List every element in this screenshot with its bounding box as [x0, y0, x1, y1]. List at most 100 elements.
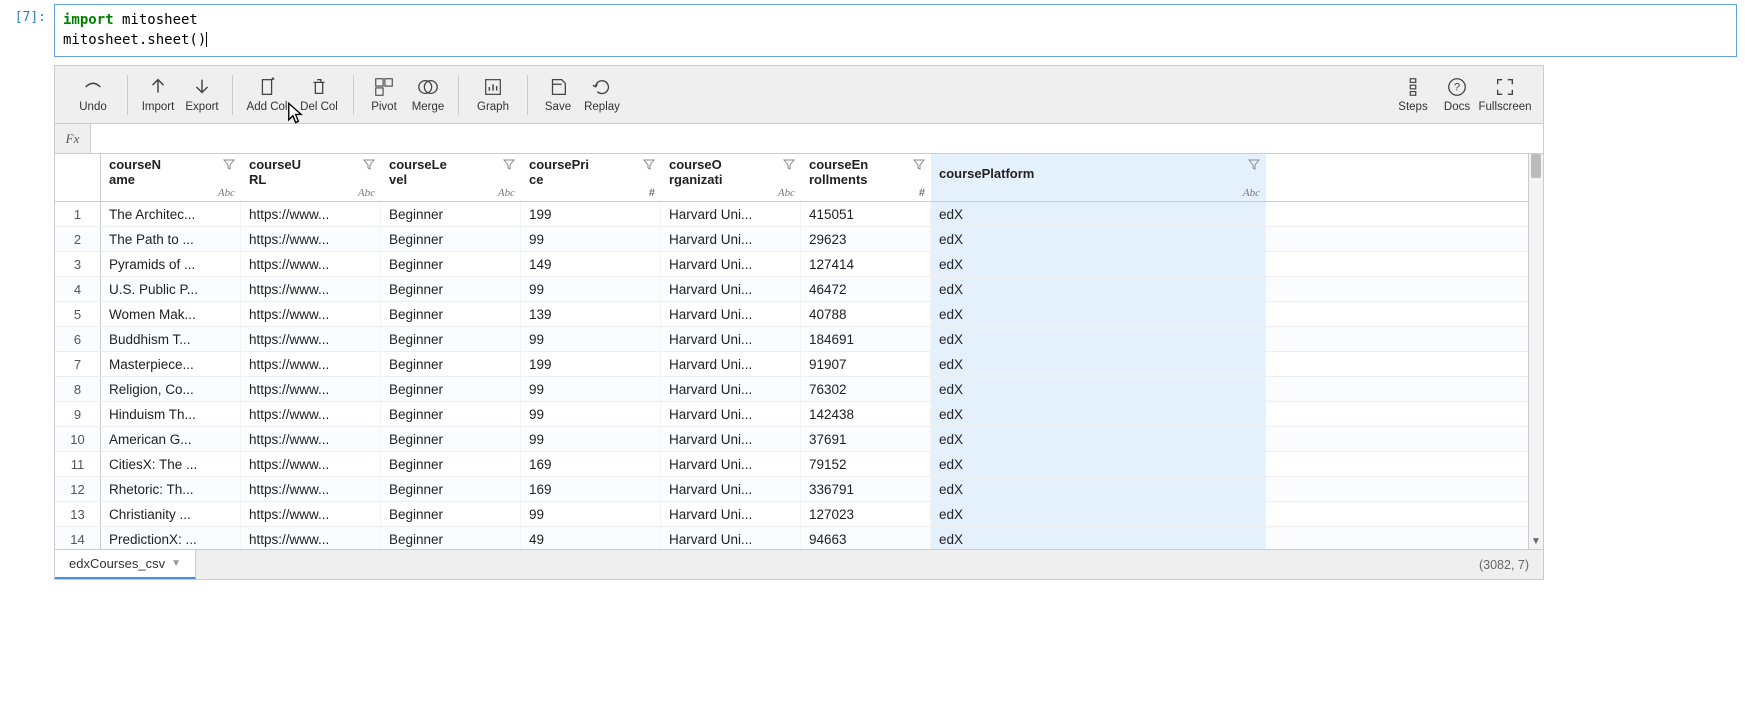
- cell-courseURL[interactable]: https://www...: [241, 227, 381, 251]
- table-row[interactable]: 3Pyramids of ...https://www...Beginner14…: [55, 252, 1528, 277]
- cell-courseEnrollments[interactable]: 94663: [801, 527, 931, 549]
- row-index[interactable]: 11: [55, 452, 101, 476]
- cell-courseName[interactable]: CitiesX: The ...: [101, 452, 241, 476]
- cell-courseURL[interactable]: https://www...: [241, 352, 381, 376]
- cell-coursePrice[interactable]: 169: [521, 452, 661, 476]
- save-button[interactable]: Save: [536, 69, 580, 121]
- cell-coursePlatform[interactable]: edX: [931, 477, 1266, 501]
- steps-button[interactable]: Steps: [1391, 69, 1435, 121]
- table-row[interactable]: 12Rhetoric: Th...https://www...Beginner1…: [55, 477, 1528, 502]
- cell-courseOrganization[interactable]: Harvard Uni...: [661, 202, 801, 226]
- cell-courseOrganization[interactable]: Harvard Uni...: [661, 477, 801, 501]
- cell-courseLevel[interactable]: Beginner: [381, 477, 521, 501]
- cell-courseLevel[interactable]: Beginner: [381, 452, 521, 476]
- row-index[interactable]: 12: [55, 477, 101, 501]
- cell-coursePrice[interactable]: 99: [521, 277, 661, 301]
- table-row[interactable]: 13Christianity ...https://www...Beginner…: [55, 502, 1528, 527]
- cell-courseLevel[interactable]: Beginner: [381, 302, 521, 326]
- cell-coursePlatform[interactable]: edX: [931, 452, 1266, 476]
- column-header-coursePlatform[interactable]: coursePlatform Abc: [931, 154, 1266, 201]
- cell-courseOrganization[interactable]: Harvard Uni...: [661, 502, 801, 526]
- cell-courseName[interactable]: The Path to ...: [101, 227, 241, 251]
- cell-courseName[interactable]: The Architec...: [101, 202, 241, 226]
- cell-coursePlatform[interactable]: edX: [931, 377, 1266, 401]
- cell-courseLevel[interactable]: Beginner: [381, 502, 521, 526]
- column-header-courseURL[interactable]: courseURL Abc: [241, 154, 381, 201]
- scrollbar-thumb[interactable]: [1531, 154, 1541, 178]
- row-index[interactable]: 7: [55, 352, 101, 376]
- cell-courseLevel[interactable]: Beginner: [381, 427, 521, 451]
- cell-courseOrganization[interactable]: Harvard Uni...: [661, 402, 801, 426]
- cell-courseOrganization[interactable]: Harvard Uni...: [661, 527, 801, 549]
- cell-courseURL[interactable]: https://www...: [241, 252, 381, 276]
- cell-courseName[interactable]: American G...: [101, 427, 241, 451]
- cell-courseOrganization[interactable]: Harvard Uni...: [661, 302, 801, 326]
- cell-courseURL[interactable]: https://www...: [241, 527, 381, 549]
- filter-icon[interactable]: [783, 158, 795, 173]
- cell-courseEnrollments[interactable]: 336791: [801, 477, 931, 501]
- import-button[interactable]: Import: [136, 69, 180, 121]
- row-index[interactable]: 10: [55, 427, 101, 451]
- cell-courseName[interactable]: Christianity ...: [101, 502, 241, 526]
- undo-button[interactable]: Undo: [67, 69, 119, 121]
- replay-button[interactable]: Replay: [580, 69, 624, 121]
- pivot-button[interactable]: Pivot: [362, 69, 406, 121]
- cell-coursePrice[interactable]: 99: [521, 427, 661, 451]
- cell-courseOrganization[interactable]: Harvard Uni...: [661, 327, 801, 351]
- cell-courseOrganization[interactable]: Harvard Uni...: [661, 252, 801, 276]
- cell-courseEnrollments[interactable]: 91907: [801, 352, 931, 376]
- sheet-tab[interactable]: edxCourses_csv ▼: [55, 550, 196, 579]
- cell-courseName[interactable]: Rhetoric: Th...: [101, 477, 241, 501]
- cell-courseEnrollments[interactable]: 40788: [801, 302, 931, 326]
- cell-coursePrice[interactable]: 199: [521, 352, 661, 376]
- cell-courseEnrollments[interactable]: 415051: [801, 202, 931, 226]
- index-header[interactable]: [55, 154, 101, 201]
- table-row[interactable]: 4U.S. Public P...https://www...Beginner9…: [55, 277, 1528, 302]
- cell-courseURL[interactable]: https://www...: [241, 202, 381, 226]
- cell-courseEnrollments[interactable]: 29623: [801, 227, 931, 251]
- cell-coursePrice[interactable]: 49: [521, 527, 661, 549]
- filter-icon[interactable]: [913, 158, 925, 173]
- cell-coursePrice[interactable]: 99: [521, 377, 661, 401]
- cell-courseLevel[interactable]: Beginner: [381, 377, 521, 401]
- merge-button[interactable]: Merge: [406, 69, 450, 121]
- cell-courseURL[interactable]: https://www...: [241, 377, 381, 401]
- vertical-scrollbar[interactable]: ▼: [1528, 154, 1543, 549]
- table-row[interactable]: 5Women Mak...https://www...Beginner139Ha…: [55, 302, 1528, 327]
- row-index[interactable]: 9: [55, 402, 101, 426]
- cell-courseLevel[interactable]: Beginner: [381, 277, 521, 301]
- table-row[interactable]: 7Masterpiece...https://www...Beginner199…: [55, 352, 1528, 377]
- cell-courseName[interactable]: Hinduism Th...: [101, 402, 241, 426]
- cell-courseLevel[interactable]: Beginner: [381, 202, 521, 226]
- cell-coursePrice[interactable]: 199: [521, 202, 661, 226]
- cell-coursePlatform[interactable]: edX: [931, 277, 1266, 301]
- cell-coursePlatform[interactable]: edX: [931, 352, 1266, 376]
- row-index[interactable]: 1: [55, 202, 101, 226]
- cell-courseEnrollments[interactable]: 46472: [801, 277, 931, 301]
- table-row[interactable]: 6Buddhism T...https://www...Beginner99Ha…: [55, 327, 1528, 352]
- cell-courseURL[interactable]: https://www...: [241, 277, 381, 301]
- column-header-courseName[interactable]: courseName Abc: [101, 154, 241, 201]
- cell-coursePlatform[interactable]: edX: [931, 327, 1266, 351]
- cell-courseName[interactable]: Buddhism T...: [101, 327, 241, 351]
- cell-courseURL[interactable]: https://www...: [241, 302, 381, 326]
- row-index[interactable]: 6: [55, 327, 101, 351]
- cell-courseURL[interactable]: https://www...: [241, 427, 381, 451]
- cell-courseURL[interactable]: https://www...: [241, 327, 381, 351]
- code-cell[interactable]: import mitosheet mitosheet.sheet(): [54, 4, 1737, 57]
- cell-coursePlatform[interactable]: edX: [931, 227, 1266, 251]
- graph-button[interactable]: Graph: [467, 69, 519, 121]
- table-row[interactable]: 2The Path to ...https://www...Beginner99…: [55, 227, 1528, 252]
- delete-column-button[interactable]: Del Col: [293, 69, 345, 121]
- cell-courseLevel[interactable]: Beginner: [381, 227, 521, 251]
- cell-courseOrganization[interactable]: Harvard Uni...: [661, 377, 801, 401]
- cell-courseLevel[interactable]: Beginner: [381, 327, 521, 351]
- cell-courseEnrollments[interactable]: 127023: [801, 502, 931, 526]
- scrollbar-down-arrow[interactable]: ▼: [1531, 536, 1541, 547]
- row-index[interactable]: 2: [55, 227, 101, 251]
- cell-courseEnrollments[interactable]: 76302: [801, 377, 931, 401]
- cell-coursePrice[interactable]: 169: [521, 477, 661, 501]
- cell-coursePlatform[interactable]: edX: [931, 402, 1266, 426]
- cell-courseName[interactable]: Women Mak...: [101, 302, 241, 326]
- cell-courseOrganization[interactable]: Harvard Uni...: [661, 352, 801, 376]
